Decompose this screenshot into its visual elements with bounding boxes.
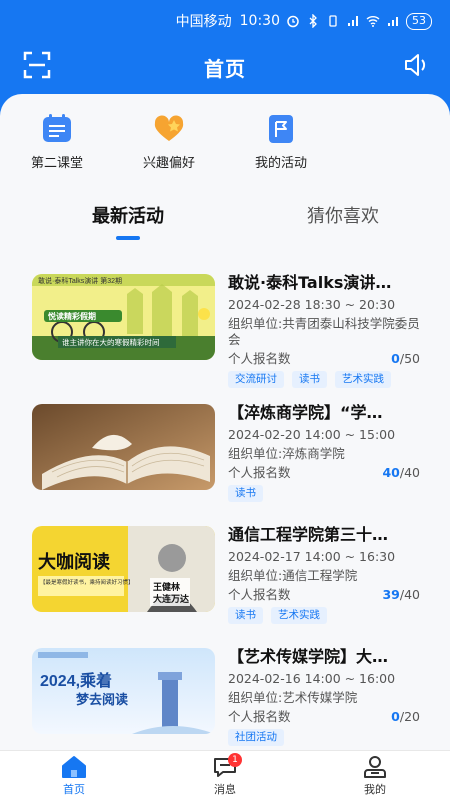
activity-organizer: 组织单位:淬炼商学院: [228, 446, 345, 461]
activity-tag: 读书: [292, 371, 327, 388]
signup-count-label: 个人报名数: [228, 587, 291, 602]
bottom-nav: 首页 1 消息 我的: [0, 750, 450, 800]
thumb-subline: 谁主讲你在大的寒假精彩时间: [62, 337, 160, 347]
nav-label: 我的: [364, 783, 386, 796]
signup-total: /50: [399, 351, 420, 366]
quick-link-label: 我的活动: [254, 156, 307, 171]
activity-tags: 读书 艺术实践: [228, 607, 420, 624]
app-header: 首页: [0, 42, 450, 92]
activity-thumbnail: 大咖阅读 【最是寒假好读书，乘持阅读好习惯】 王健林 大连万达: [32, 526, 215, 612]
quick-link-my-activities[interactable]: 我的活动: [226, 114, 336, 171]
nav-label: 首页: [63, 783, 85, 796]
signup-total: /20: [399, 709, 420, 724]
activity-card[interactable]: 敢说·泰科Talks演讲 第32期 悦读精彩假期 谁主讲你在大的寒假精彩时间 敢…: [0, 264, 450, 388]
thumb-subline: 梦去阅读: [76, 692, 128, 707]
alarm-icon: [287, 15, 299, 28]
activity-title: 【艺术传媒学院】大…: [228, 647, 389, 666]
signup-count: 0: [391, 709, 400, 724]
main-content: 第二课堂 兴趣偏好 我的活动 最新活动 猜你喜欢 敢说·泰科Talks演讲 第3…: [0, 94, 450, 750]
quick-link-label: 第二课堂: [30, 156, 83, 171]
thumb-company: 大连万达: [153, 593, 189, 604]
bluetooth-icon: [309, 14, 317, 28]
nav-profile[interactable]: 我的: [335, 755, 415, 797]
activity-time: 2024-02-16 14:00 ~ 16:00: [228, 671, 396, 686]
speaker-icon[interactable]: [402, 50, 432, 80]
signup-count-label: 个人报名数: [228, 465, 291, 480]
signup-count: 39: [382, 587, 400, 602]
home-icon: [62, 756, 86, 778]
activity-tags: 交流研讨 读书 艺术实践: [228, 371, 420, 388]
activity-tag: 读书: [228, 607, 263, 624]
signup-total: /40: [399, 587, 420, 602]
heart-star-icon: [154, 115, 184, 141]
thumb-headline: 2024,乘着: [40, 671, 112, 690]
active-tab-indicator: [116, 236, 140, 240]
tab-bar: 最新活动 猜你喜欢: [0, 202, 450, 242]
activity-title: 通信工程学院第三十…: [228, 525, 389, 544]
activity-tag: 艺术实践: [271, 607, 327, 624]
user-icon: [364, 756, 386, 778]
thumb-subline: 【最是寒假好读书，乘持阅读好习惯】: [40, 578, 134, 586]
thumb-headline: 大咖阅读: [38, 551, 110, 572]
signal-strength-icon: [348, 16, 358, 26]
thumb-caption: 敢说·泰科Talks演讲 第32期: [38, 276, 122, 285]
activity-card[interactable]: 【淬炼商学院】“学… 2024-02-20 14:00 ~ 15:00 组织单位…: [0, 394, 450, 514]
activity-tag: 社团活动: [228, 729, 284, 746]
activity-time: 2024-02-28 18:30 ~ 20:30: [228, 297, 396, 312]
activity-thumbnail: 敢说·泰科Talks演讲 第32期 悦读精彩假期 谁主讲你在大的寒假精彩时间: [32, 274, 215, 360]
thumb-headline: 悦读精彩假期: [48, 311, 96, 321]
activity-organizer: 组织单位:艺术传媒学院: [228, 690, 358, 705]
signup-count-row: 个人报名数 39/40: [228, 586, 420, 604]
signup-count-label: 个人报名数: [228, 709, 291, 724]
wifi-icon: [366, 16, 380, 27]
activity-organizer: 组织单位:通信工程学院: [228, 568, 358, 583]
status-bar: 中国移动 10:30 53: [0, 0, 450, 42]
cellular-5g-icon: [388, 17, 398, 26]
activity-tag: 读书: [228, 485, 263, 502]
tab-recommend[interactable]: 猜你喜欢: [263, 202, 423, 228]
quick-link-interests[interactable]: 兴趣偏好: [114, 114, 224, 171]
activity-time: 2024-02-17 14:00 ~ 16:30: [228, 549, 396, 564]
signup-count-row: 个人报名数 0/50: [228, 350, 420, 368]
activity-tags: 社团活动: [228, 729, 420, 746]
activity-time: 2024-02-20 14:00 ~ 15:00: [228, 427, 396, 442]
quick-link-label: 兴趣偏好: [142, 156, 195, 171]
activity-thumbnail: 2024,乘着 梦去阅读: [32, 648, 215, 734]
thumb-name: 王健林: [153, 581, 181, 592]
calendar-icon: [43, 114, 71, 142]
vibrate-icon: [329, 15, 337, 27]
clock: 10:30: [239, 13, 280, 29]
quick-links: 第二课堂 兴趣偏好 我的活动: [0, 114, 450, 176]
nav-label: 消息: [214, 783, 236, 796]
nav-home[interactable]: 首页: [34, 755, 114, 797]
signup-total: /40: [399, 465, 420, 480]
nav-messages[interactable]: 1 消息: [185, 753, 265, 797]
signup-count: 0: [391, 351, 400, 366]
carrier-name: 中国移动: [175, 14, 232, 30]
signup-count-row: 个人报名数 0/20: [228, 708, 420, 726]
battery-indicator: 53: [406, 12, 432, 30]
activity-title: 敢说·泰科Talks演讲…: [228, 273, 392, 292]
activity-thumbnail: [32, 404, 215, 490]
activity-card[interactable]: 大咖阅读 【最是寒假好读书，乘持阅读好习惯】 王健林 大连万达 通信工程学院第三…: [0, 516, 450, 636]
activity-title: 【淬炼商学院】“学…: [228, 403, 383, 422]
activity-tag: 艺术实践: [335, 371, 391, 388]
activity-tag: 交流研讨: [228, 371, 284, 388]
signup-count-label: 个人报名数: [228, 351, 291, 366]
quick-link-second-classroom[interactable]: 第二课堂: [2, 114, 112, 171]
activity-card[interactable]: 2024,乘着 梦去阅读 【艺术传媒学院】大… 2024-02-16 14:00…: [0, 638, 450, 750]
scan-icon[interactable]: [22, 50, 52, 80]
activity-organizer: 组织单位:共青团泰山科技学院委员会: [228, 316, 420, 347]
page-title: 首页: [204, 56, 246, 81]
unread-badge: 1: [228, 753, 242, 767]
signup-count: 40: [382, 465, 400, 480]
signup-count-row: 个人报名数 40/40: [228, 464, 420, 482]
flag-icon: [269, 115, 293, 143]
tab-latest[interactable]: 最新活动: [48, 202, 208, 228]
activity-tags: 读书: [228, 485, 420, 502]
